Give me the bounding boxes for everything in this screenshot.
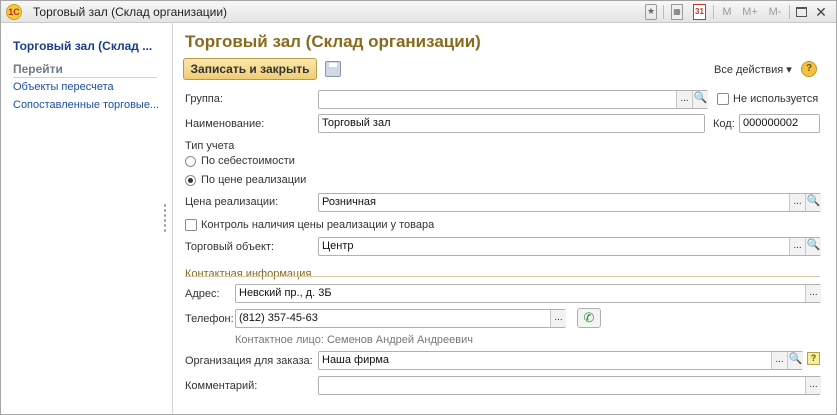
group-select-button[interactable]: ... xyxy=(676,91,692,108)
help-icon[interactable]: ? xyxy=(801,61,817,77)
price-label: Цена реализации: xyxy=(185,196,279,208)
not-used-label: Не используется xyxy=(733,93,819,105)
search-icon[interactable]: 🔍 xyxy=(787,352,803,369)
toolbar-separator xyxy=(713,5,714,19)
code-field[interactable]: 000000002 xyxy=(739,114,820,133)
all-actions-menu[interactable]: Все действия ▾ xyxy=(714,63,792,76)
order-org-value: Наша фирма xyxy=(322,354,390,366)
not-used-checkbox[interactable] xyxy=(717,93,729,105)
save-and-close-button[interactable]: Записать и закрыть xyxy=(183,58,317,80)
app-logo-icon: 1C xyxy=(6,4,22,20)
order-org-select-button[interactable]: ... xyxy=(771,352,787,369)
navigation-panel: Торговый зал (Склад ... Перейти Объекты … xyxy=(1,23,173,414)
name-field[interactable]: Торговый зал xyxy=(318,114,705,133)
close-icon[interactable]: ✕ xyxy=(814,4,828,20)
title-bar: 1C Торговый зал (Склад организации) ★ ▦ … xyxy=(1,1,836,23)
bookmark-star-icon[interactable]: ★ xyxy=(645,4,657,20)
accounting-type-label: Тип учета xyxy=(185,140,235,152)
name-value: Торговый зал xyxy=(322,117,391,129)
radio-by-cost[interactable] xyxy=(185,156,196,167)
phone-edit-button[interactable]: ... xyxy=(550,310,566,327)
group-field[interactable]: ... 🔍 xyxy=(318,90,708,109)
address-label: Адрес: xyxy=(185,288,220,300)
address-edit-button[interactable]: ... xyxy=(805,285,821,302)
phone-field[interactable]: (812) 357-45-63 ... xyxy=(235,309,566,328)
order-org-field[interactable]: Наша фирма ... 🔍 xyxy=(318,351,803,370)
toolbar-separator xyxy=(663,5,664,19)
calendar-icon[interactable]: 31 xyxy=(693,4,706,20)
maximize-icon[interactable] xyxy=(796,7,807,17)
comment-label: Комментарий: xyxy=(185,380,258,392)
search-icon[interactable]: 🔍 xyxy=(692,91,708,108)
radio-by-sale-price-label: По цене реализации xyxy=(201,174,307,186)
question-help-icon[interactable]: ? xyxy=(807,352,820,365)
radio-by-cost-label: По себестоимости xyxy=(201,155,295,167)
trade-object-field[interactable]: Центр ... 🔍 xyxy=(318,237,821,256)
comment-field[interactable]: ... xyxy=(318,376,821,395)
trade-object-select-button[interactable]: ... xyxy=(789,238,805,255)
trade-object-value: Центр xyxy=(322,240,354,252)
phone-label: Телефон: xyxy=(185,313,234,325)
nav-title[interactable]: Торговый зал (Склад ... xyxy=(13,39,163,53)
code-value: 000000002 xyxy=(743,117,799,129)
radio-by-sale-price[interactable] xyxy=(185,175,196,186)
memory-store-button[interactable]: M xyxy=(721,4,733,20)
trade-object-label: Торговый объект: xyxy=(185,241,275,253)
page-title: Торговый зал (Склад организации) xyxy=(185,32,481,51)
nav-link-matched-trade[interactable]: Сопоставленные торговые... xyxy=(13,99,163,111)
name-label: Наименование: xyxy=(185,118,265,130)
window-title: Торговый зал (Склад организации) xyxy=(33,5,228,19)
price-value: Розничная xyxy=(322,196,376,208)
price-select-button[interactable]: ... xyxy=(789,194,805,211)
save-disk-icon[interactable] xyxy=(325,61,341,77)
contact-person-text: Контактное лицо: Семенов Андрей Андрееви… xyxy=(235,334,473,346)
calculator-icon[interactable]: ▦ xyxy=(671,4,683,20)
price-control-label: Контроль наличия цены реализации у товар… xyxy=(201,219,435,231)
memory-subtract-button[interactable]: M- xyxy=(764,4,786,20)
price-field[interactable]: Розничная ... 🔍 xyxy=(318,193,821,212)
nav-link-recalc-objects[interactable]: Объекты пересчета xyxy=(13,81,163,93)
toolbar-separator xyxy=(789,5,790,19)
phone-value: (812) 357-45-63 xyxy=(239,312,318,324)
group-label: Группа: xyxy=(185,93,223,105)
price-control-checkbox[interactable] xyxy=(185,219,197,231)
contact-section-label: Контактная информация xyxy=(185,268,312,280)
all-actions-label: Все действия xyxy=(714,64,784,76)
address-field[interactable]: Невский пр., д. 3Б ... xyxy=(235,284,821,303)
address-value: Невский пр., д. 3Б xyxy=(239,287,332,299)
code-label: Код: xyxy=(713,118,735,130)
panel-splitter-handle[interactable] xyxy=(163,203,167,233)
search-icon[interactable]: 🔍 xyxy=(805,194,821,211)
chevron-down-icon: ▾ xyxy=(786,64,792,76)
memory-add-button[interactable]: M+ xyxy=(739,4,761,20)
phone-call-icon[interactable]: ✆ xyxy=(577,308,601,328)
nav-section-goto: Перейти xyxy=(13,62,157,78)
form-window: 1C Торговый зал (Склад организации) ★ ▦ … xyxy=(0,0,837,415)
comment-edit-button[interactable]: ... xyxy=(805,377,821,394)
section-divider xyxy=(312,276,820,277)
order-org-label: Организация для заказа: xyxy=(185,355,313,367)
search-icon[interactable]: 🔍 xyxy=(805,238,821,255)
